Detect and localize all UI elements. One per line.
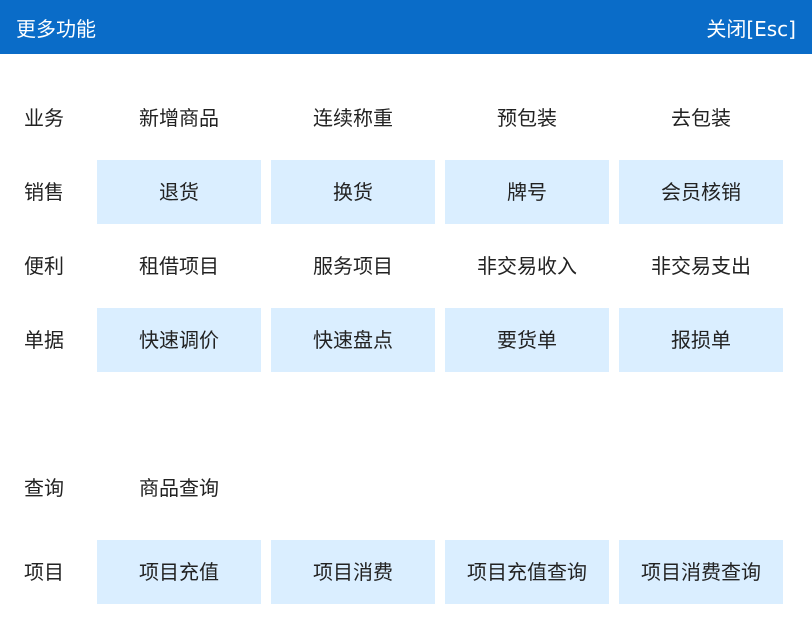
quick-price-adjust-button[interactable]: 快速调价 (97, 308, 261, 372)
non-trade-income-button[interactable]: 非交易收入 (445, 234, 609, 298)
close-button[interactable]: 关闭[Esc] (706, 13, 796, 42)
rental-items-button[interactable]: 租借项目 (97, 234, 261, 298)
member-redeem-button[interactable]: 会员核销 (619, 160, 783, 224)
section-projects: 项目 项目充值 项目消费 项目充值查询 项目消费查询 (0, 540, 812, 604)
requisition-button[interactable]: 要货单 (445, 308, 609, 372)
section-sales: 销售 退货 换货 牌号 会员核销 (0, 160, 812, 224)
project-consume-query-button[interactable]: 项目消费查询 (619, 540, 783, 604)
loss-report-button[interactable]: 报损单 (619, 308, 783, 372)
section-label: 单据 (24, 328, 64, 352)
service-items-button[interactable]: 服务项目 (271, 234, 435, 298)
product-query-button[interactable]: 商品查询 (97, 456, 261, 520)
section-business: 业务 新增商品 连续称重 预包装 去包装 (0, 86, 812, 150)
non-trade-expense-button[interactable]: 非交易支出 (619, 234, 783, 298)
tag-number-button[interactable]: 牌号 (445, 160, 609, 224)
section-label: 业务 (24, 106, 64, 130)
section-label: 查询 (24, 476, 64, 500)
dialog-title: 更多功能 (16, 16, 96, 41)
project-consume-button[interactable]: 项目消费 (271, 540, 435, 604)
continuous-weighing-button[interactable]: 连续称重 (271, 86, 435, 150)
section-query: 查询 商品查询 (0, 456, 812, 520)
quick-stocktake-button[interactable]: 快速盘点 (271, 308, 435, 372)
section-items: 商品查询 (97, 456, 261, 520)
section-items: 新增商品 连续称重 预包装 去包装 (97, 86, 783, 150)
section-items: 项目充值 项目消费 项目充值查询 项目消费查询 (97, 540, 783, 604)
exchange-button[interactable]: 换货 (271, 160, 435, 224)
section-label: 便利 (24, 254, 64, 278)
dialog-titlebar: 更多功能 关闭[Esc] (0, 0, 812, 54)
prepackage-button[interactable]: 预包装 (445, 86, 609, 150)
section-label: 销售 (24, 180, 64, 204)
project-recharge-query-button[interactable]: 项目充值查询 (445, 540, 609, 604)
add-product-button[interactable]: 新增商品 (97, 86, 261, 150)
section-label: 项目 (24, 560, 64, 584)
section-items: 退货 换货 牌号 会员核销 (97, 160, 783, 224)
unpackage-button[interactable]: 去包装 (619, 86, 783, 150)
project-recharge-button[interactable]: 项目充值 (97, 540, 261, 604)
return-button[interactable]: 退货 (97, 160, 261, 224)
section-documents: 单据 快速调价 快速盘点 要货单 报损单 (0, 308, 812, 372)
section-items: 快速调价 快速盘点 要货单 报损单 (97, 308, 783, 372)
section-items: 租借项目 服务项目 非交易收入 非交易支出 (97, 234, 783, 298)
section-convenience: 便利 租借项目 服务项目 非交易收入 非交易支出 (0, 234, 812, 298)
